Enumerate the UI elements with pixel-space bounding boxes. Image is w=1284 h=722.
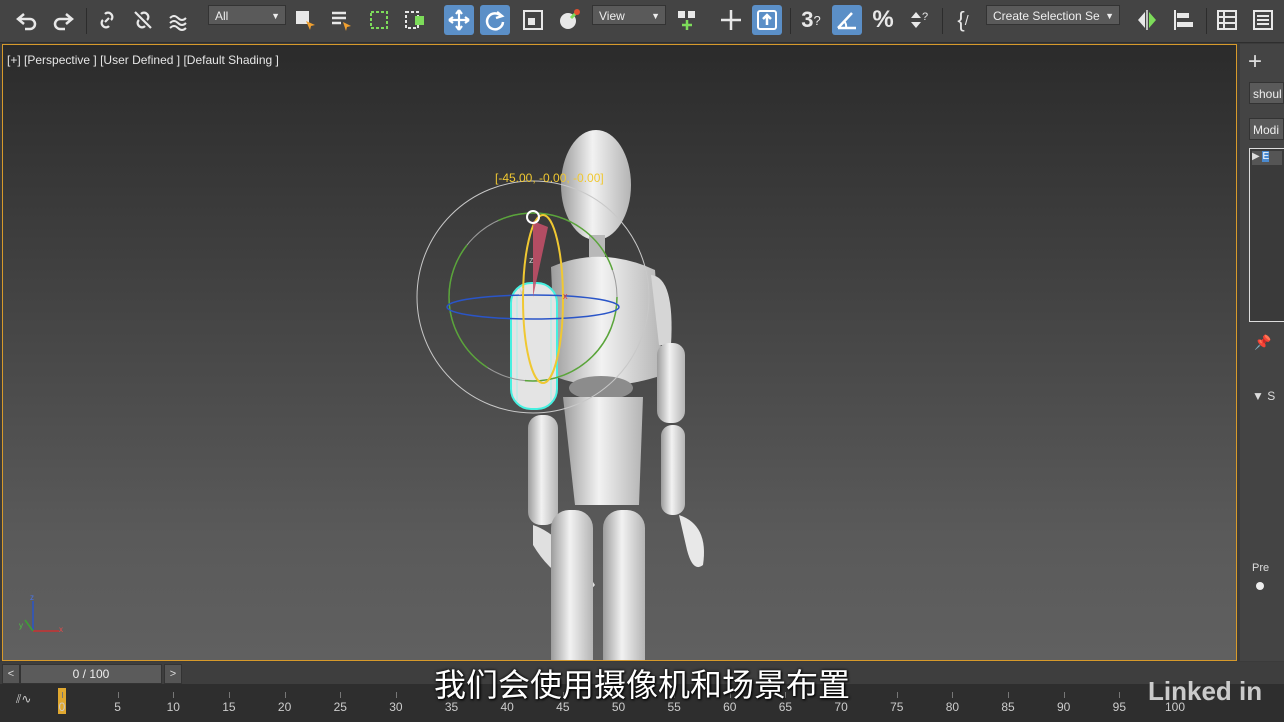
- object-name-field[interactable]: shoul: [1249, 82, 1284, 104]
- percent-snap-icon[interactable]: %: [868, 5, 898, 35]
- select-manipulate-icon[interactable]: [716, 5, 746, 35]
- svg-text:?: ?: [922, 11, 928, 23]
- align-icon[interactable]: [1168, 5, 1198, 35]
- svg-text:y: y: [519, 285, 524, 295]
- scene-render: y z x z x y: [19, 130, 704, 660]
- linkedin-watermark: Linked in: [1148, 676, 1263, 706]
- spinner-snap-icon[interactable]: ?: [904, 5, 934, 35]
- svg-text:z: z: [30, 593, 34, 602]
- bind-space-warp-icon[interactable]: [164, 5, 194, 35]
- select-object-icon[interactable]: [290, 5, 320, 35]
- preview-radio[interactable]: [1256, 582, 1264, 590]
- place-icon[interactable]: [554, 5, 584, 35]
- main-toolbar: All ▼ View ▼ 3? % ? {/ Create Selection Se…: [0, 0, 1284, 43]
- create-tab-plus-icon[interactable]: +: [1248, 48, 1262, 76]
- scale-icon[interactable]: [518, 5, 548, 35]
- rotate-icon[interactable]: [480, 5, 510, 35]
- angle-snap-icon[interactable]: [832, 5, 862, 35]
- svg-text:z: z: [529, 255, 534, 265]
- pin-stack-icon[interactable]: 📌: [1254, 334, 1271, 351]
- named-selection-dropdown[interactable]: Create Selection Se ▼: [986, 5, 1120, 25]
- window-crossing-icon[interactable]: [400, 5, 430, 35]
- command-panel: + shoul Modi ▶ E 📌 ▼ S Pre ▶ S: [1240, 44, 1284, 680]
- undo-icon[interactable]: [12, 5, 42, 35]
- snap-toggle-icon[interactable]: 3?: [796, 5, 826, 35]
- modifier-list-dropdown[interactable]: Modi: [1249, 118, 1284, 140]
- svg-text:x: x: [59, 625, 63, 634]
- rollout-selection[interactable]: ▼ S: [1252, 389, 1275, 403]
- scene-explorer-icon[interactable]: [1212, 5, 1242, 35]
- rectangular-selection-icon[interactable]: [364, 5, 394, 35]
- video-subtitle: 我们会使用摄像机和场景布置: [433, 666, 850, 704]
- selection-filter-dropdown[interactable]: All ▼: [208, 5, 286, 25]
- rotation-readout: [-45.00, -0.00, -0.00]: [495, 171, 604, 185]
- axis-tripod: z x y: [19, 593, 63, 634]
- mannequin-model[interactable]: [510, 130, 704, 660]
- move-icon[interactable]: [444, 5, 474, 35]
- keyboard-shortcut-override-icon[interactable]: [752, 5, 782, 35]
- edit-named-selection-icon[interactable]: {/: [948, 5, 978, 35]
- link-icon[interactable]: [92, 5, 122, 35]
- svg-text:y: y: [19, 621, 23, 630]
- select-by-name-icon[interactable]: [326, 5, 356, 35]
- pivot-center-icon[interactable]: [672, 5, 702, 35]
- unlink-icon[interactable]: [128, 5, 158, 35]
- reference-coordinate-dropdown[interactable]: View ▼: [592, 5, 666, 25]
- perspective-viewport[interactable]: [+] [Perspective ] [User Defined ] [Defa…: [2, 44, 1237, 661]
- modifier-stack[interactable]: ▶ E: [1249, 148, 1284, 322]
- layer-explorer-icon[interactable]: [1248, 5, 1278, 35]
- svg-text:x: x: [563, 291, 568, 301]
- rollout-preview-label: Pre: [1252, 562, 1270, 574]
- mirror-icon[interactable]: [1132, 5, 1162, 35]
- redo-icon[interactable]: [48, 5, 78, 35]
- stack-item[interactable]: ▶ E: [1252, 151, 1282, 165]
